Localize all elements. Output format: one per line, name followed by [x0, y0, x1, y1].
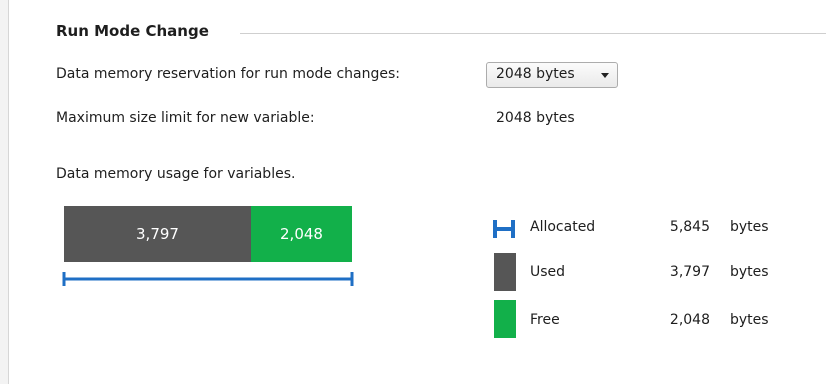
legend-label-allocated: Allocated: [530, 219, 596, 235]
used-memory-value: 3,797: [136, 225, 179, 243]
legend-value-free: 2,048: [669, 312, 710, 328]
max-size-value: 2048 bytes: [496, 110, 575, 126]
free-memory-bar: 2,048: [251, 206, 352, 262]
section-title: Run Mode Change: [56, 22, 209, 40]
allocated-range-bar: [62, 272, 354, 286]
free-memory-value: 2,048: [280, 225, 323, 243]
allocated-range-icon: [493, 220, 515, 238]
legend-label-used: Used: [530, 264, 566, 280]
legend-value-allocated: 5,845: [669, 219, 710, 235]
legend-unit-allocated: bytes: [730, 219, 769, 235]
used-swatch: [494, 253, 516, 291]
legend-value-used: 3,797: [669, 264, 710, 280]
reservation-dropdown[interactable]: 2048 bytes: [486, 62, 618, 88]
dropdown-arrow-icon: [601, 73, 609, 78]
reservation-label: Data memory reservation for run mode cha…: [56, 66, 401, 82]
free-swatch: [494, 300, 516, 338]
max-size-label: Maximum size limit for new variable:: [56, 110, 315, 126]
legend-unit-used: bytes: [730, 264, 769, 280]
used-memory-bar: 3,797: [64, 206, 251, 262]
reservation-selected-value: 2048 bytes: [496, 66, 575, 82]
legend-unit-free: bytes: [730, 312, 769, 328]
usage-label: Data memory usage for variables.: [56, 166, 296, 182]
section-divider: [240, 33, 826, 34]
legend-label-free: Free: [530, 312, 560, 328]
